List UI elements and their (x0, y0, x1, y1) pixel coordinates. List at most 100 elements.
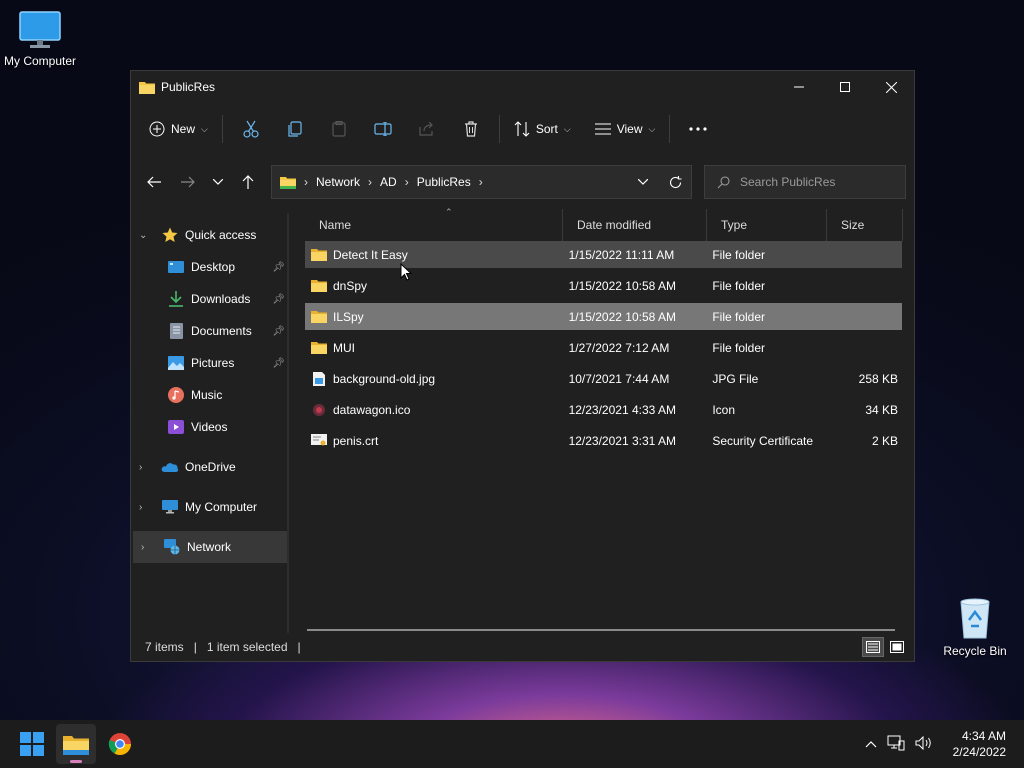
address-bar[interactable]: › Network › AD › PublicRes › (271, 165, 692, 199)
file-row[interactable]: dnSpy 1/15/2022 10:58 AM File folder (305, 272, 902, 299)
column-header-type[interactable]: Type (707, 209, 827, 241)
sidebar-item-onedrive[interactable]: › OneDrive (131, 451, 289, 483)
chevron-right-icon[interactable]: › (141, 542, 155, 553)
breadcrumb-separator-icon[interactable]: › (479, 175, 483, 189)
cut-button[interactable] (235, 113, 267, 145)
sort-button-label: Sort (535, 122, 558, 136)
desktop-recycle-bin[interactable]: Recycle Bin (935, 596, 1015, 658)
file-date: 12/23/2021 4:33 AM (568, 402, 676, 417)
taskbar-chrome[interactable] (100, 724, 140, 764)
up-button[interactable] (233, 167, 263, 197)
window-title: PublicRes (161, 80, 216, 94)
file-name: background-old.jpg (333, 371, 436, 386)
taskbar-file-explorer[interactable] (56, 724, 96, 764)
share-button[interactable] (411, 113, 443, 145)
file-name: datawagon.ico (333, 402, 411, 417)
file-row[interactable]: background-old.jpg 10/7/2021 7:44 AM JPG F… (305, 365, 902, 392)
network-icon (163, 538, 181, 556)
file-type: Security Certificate (712, 433, 814, 448)
search-icon (717, 175, 730, 188)
file-row[interactable]: penis.crt 12/23/2021 3:31 AM Security Cert… (305, 427, 902, 454)
file-name-cell: penis.crt (305, 434, 563, 448)
sort-button[interactable]: Sort ⌵ (506, 113, 579, 145)
close-button[interactable] (868, 71, 914, 103)
sidebar-item-network[interactable]: › Network (133, 531, 287, 563)
status-divider: | (193, 640, 197, 654)
picture-icon (167, 354, 185, 372)
file-date: 12/23/2021 3:31 AM (568, 433, 676, 448)
sidebar-item-music[interactable]: Music (131, 379, 289, 411)
navigation-pane: ⌄ Quick access Desktop 📌︎ Downloads 📌︎ D… (131, 209, 289, 633)
search-box[interactable]: Search PublicRes (704, 165, 906, 199)
horizontal-scrollbar[interactable] (307, 629, 895, 631)
file-row[interactable]: MUI 1/27/2022 7:12 AM File folder (305, 334, 902, 361)
title-bar[interactable]: PublicRes (131, 71, 914, 103)
file-name: ILSpy (333, 309, 364, 324)
maximize-button[interactable] (822, 71, 868, 103)
sidebar-item-documents[interactable]: Documents 📌︎ (131, 315, 289, 347)
pin-icon[interactable]: 📌︎ (272, 358, 285, 369)
column-header-date-modified[interactable]: Date modified (563, 209, 707, 241)
pin-icon[interactable]: 📌︎ (272, 294, 285, 305)
file-row[interactable]: Detect It Easy 1/15/2022 11:11 AM File fol… (305, 241, 902, 268)
forward-button[interactable] (173, 167, 203, 197)
monitor-icon (161, 498, 179, 516)
network-status-icon[interactable] (887, 735, 905, 754)
delete-button[interactable] (455, 113, 487, 145)
sidebar-item-label: OneDrive (185, 460, 236, 474)
explorer-body: ⌄ Quick access Desktop 📌︎ Downloads 📌︎ D… (131, 207, 914, 633)
chevron-right-icon[interactable]: › (139, 502, 153, 513)
recent-locations-button[interactable] (203, 167, 233, 197)
new-button[interactable]: New ⌵ (141, 113, 216, 145)
file-name: MUI (333, 340, 355, 355)
details-view-button[interactable] (862, 637, 884, 657)
status-divider: | (297, 640, 301, 654)
sidebar-item-my-computer[interactable]: › My Computer (131, 491, 289, 523)
file-row[interactable]: ILSpy 1/15/2022 10:58 AM File folder (305, 303, 902, 330)
sidebar-item-label: Network (187, 540, 232, 554)
breadcrumb-network[interactable]: Network (316, 175, 360, 189)
chevron-right-icon[interactable]: › (139, 462, 153, 473)
volume-icon[interactable] (915, 735, 933, 753)
see-more-button[interactable] (682, 113, 714, 145)
file-date: 10/7/2021 7:44 AM (568, 371, 670, 386)
copy-button[interactable] (279, 113, 311, 145)
back-button[interactable] (139, 167, 169, 197)
sidebar-item-videos[interactable]: Videos (131, 411, 289, 443)
file-name-cell: background-old.jpg (305, 371, 563, 386)
clock[interactable]: 4:34 AM 2/24/2022 (953, 728, 1006, 760)
column-header-size[interactable]: Size (827, 209, 903, 241)
chevron-down-icon: ⌵ (201, 123, 208, 134)
pin-icon[interactable]: 📌︎ (272, 262, 285, 273)
file-type: File folder (712, 340, 766, 355)
refresh-button[interactable] (659, 175, 691, 189)
sidebar-item-label: My Computer (185, 500, 258, 514)
sidebar-item-downloads[interactable]: Downloads 📌︎ (131, 283, 289, 315)
mouse-cursor-icon (400, 263, 412, 281)
minimize-button[interactable] (776, 71, 822, 103)
desktop-my-computer-label: My Computer (3, 54, 77, 68)
view-button[interactable]: View ⌵ (587, 113, 664, 145)
chevron-down-icon[interactable]: ⌄ (139, 230, 153, 241)
sidebar-item-pictures[interactable]: Pictures 📌︎ (131, 347, 289, 379)
pin-icon[interactable]: 📌︎ (272, 326, 285, 337)
address-dropdown-button[interactable] (627, 179, 659, 185)
rename-button[interactable] (367, 113, 399, 145)
paste-button[interactable] (323, 113, 355, 145)
breadcrumb-separator-icon: › (404, 175, 409, 189)
sidebar-item-desktop[interactable]: Desktop 📌︎ (131, 251, 289, 283)
start-button[interactable] (12, 724, 52, 764)
large-icons-view-button[interactable] (886, 637, 908, 657)
breadcrumb-separator-icon: › (368, 175, 373, 189)
breadcrumb-publicres[interactable]: PublicRes (417, 175, 471, 189)
folder-icon (311, 341, 327, 355)
sidebar-item-quick-access[interactable]: ⌄ Quick access (131, 219, 289, 251)
file-row[interactable]: datawagon.ico 12/23/2021 4:33 AM Icon 34 KB (305, 396, 902, 423)
desktop-my-computer[interactable]: My Computer (0, 10, 80, 68)
breadcrumb-ad[interactable]: AD (380, 175, 397, 189)
chevron-up-icon[interactable] (865, 737, 877, 751)
file-type: Icon (712, 402, 736, 417)
column-header-name[interactable]: Name (305, 209, 563, 241)
folder-icon (311, 279, 327, 293)
file-name-cell: ILSpy (305, 310, 563, 324)
